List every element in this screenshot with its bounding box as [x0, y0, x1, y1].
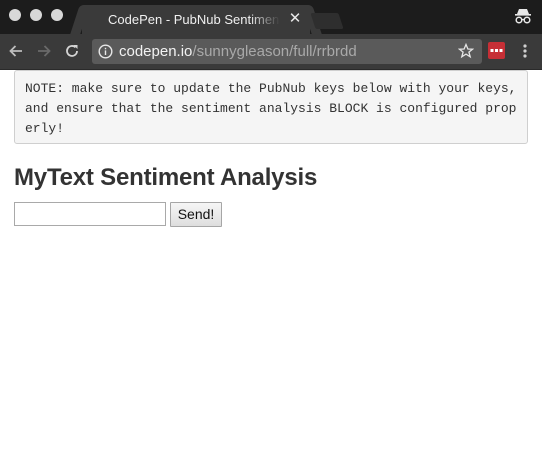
- browser-tab-active[interactable]: CodePen - PubNub Sentiment Analysis ✕: [82, 5, 310, 34]
- close-window-button[interactable]: [9, 9, 21, 21]
- tab-close-icon[interactable]: ✕: [288, 10, 302, 27]
- info-icon[interactable]: [98, 44, 113, 59]
- url-text: codepen.io/sunnygleason/full/rrbrdd: [119, 43, 357, 60]
- note-line: erly!: [25, 121, 65, 136]
- extension-icon[interactable]: [488, 42, 505, 59]
- note-line: and ensure that the sentiment analysis B…: [25, 101, 517, 116]
- note-box: NOTE: make sure to update the PubNub key…: [14, 70, 528, 144]
- url-path: /sunnygleason/full/rrbrdd: [192, 43, 357, 60]
- page-title: MyText Sentiment Analysis: [14, 164, 318, 191]
- send-button[interactable]: Send!: [170, 202, 222, 227]
- browser-toolbar: codepen.io/sunnygleason/full/rrbrdd: [0, 34, 542, 70]
- zoom-window-button[interactable]: [51, 9, 63, 21]
- url-host: codepen.io: [119, 43, 193, 60]
- back-arrow-icon[interactable]: [7, 42, 25, 60]
- tab-title: CodePen - PubNub Sentiment Analysis: [108, 12, 280, 27]
- menu-icon[interactable]: [519, 43, 531, 59]
- reload-icon[interactable]: [63, 42, 81, 60]
- note-line: NOTE: make sure to update the PubNub key…: [25, 81, 517, 96]
- new-tab-button[interactable]: [310, 13, 344, 29]
- forward-arrow-icon[interactable]: [35, 42, 53, 60]
- message-input[interactable]: [14, 202, 166, 226]
- bookmark-star-icon[interactable]: [458, 43, 474, 59]
- browser-titlebar: CodePen - PubNub Sentiment Analysis ✕: [0, 0, 542, 34]
- address-bar[interactable]: codepen.io/sunnygleason/full/rrbrdd: [92, 39, 482, 64]
- incognito-icon: [515, 9, 531, 24]
- minimize-window-button[interactable]: [30, 9, 42, 21]
